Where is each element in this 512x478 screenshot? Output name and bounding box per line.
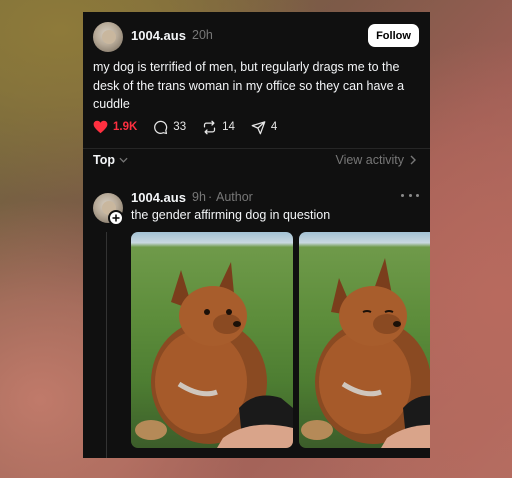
author-tag: Author	[216, 190, 253, 204]
share-count: 4	[270, 121, 278, 133]
heart-icon	[93, 120, 108, 134]
reply-username[interactable]: 1004.aus	[131, 190, 186, 205]
post-text: my dog is terrified of men, but regularl…	[93, 60, 405, 111]
repost-count: 14	[222, 121, 235, 133]
repost-button[interactable]: 14	[202, 120, 235, 135]
sort-dropdown[interactable]: Top	[93, 153, 128, 167]
reply-timestamp: 9h	[192, 190, 206, 204]
follow-plus-icon[interactable]	[108, 210, 124, 226]
send-icon	[251, 120, 266, 134]
sort-label: Top	[93, 153, 115, 167]
dog-photo-2[interactable]	[299, 232, 430, 448]
comment-count: 33	[173, 121, 187, 133]
like-button[interactable]: 1.9K	[93, 120, 137, 134]
threads-post-card: 1004.aus 20h Follow my dog is terrified …	[83, 12, 430, 458]
action-bar: 1.9K 33 14 4	[93, 117, 293, 137]
view-activity-link[interactable]: View activity	[335, 153, 416, 167]
share-button[interactable]: 4	[251, 120, 277, 135]
like-count: 1.9K	[113, 121, 138, 133]
follow-button[interactable]: Follow	[368, 24, 419, 47]
avatar[interactable]	[93, 22, 123, 52]
comment-icon	[154, 120, 168, 134]
view-activity-label: View activity	[335, 153, 404, 167]
chevron-right-icon	[410, 155, 416, 165]
divider	[83, 148, 430, 149]
dog-photo-1[interactable]	[131, 232, 293, 448]
post-timestamp: 20h	[192, 28, 213, 42]
reply-text: the gender affirming dog in question	[131, 208, 331, 222]
post-username[interactable]: 1004.aus	[131, 28, 186, 43]
repost-icon	[203, 120, 216, 134]
comment-button[interactable]: 33	[153, 120, 186, 135]
chevron-down-icon	[119, 157, 128, 163]
more-icon[interactable]	[401, 190, 419, 200]
thread-line	[106, 232, 107, 458]
